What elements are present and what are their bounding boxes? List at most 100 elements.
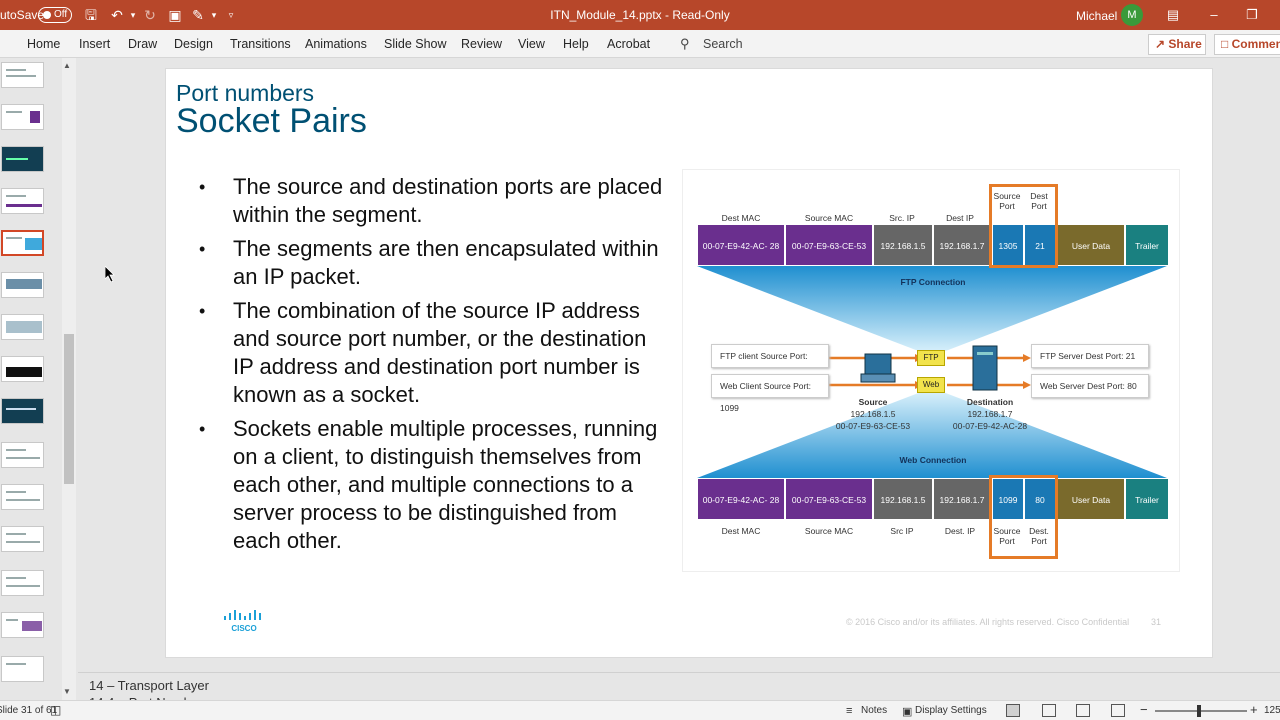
thumbnail-scrollbar-thumb[interactable] (64, 334, 74, 484)
slide-thumbnail[interactable] (1, 442, 44, 468)
frame-src-ip: 192.168.1.5 (873, 224, 933, 266)
slide-thumbnail[interactable] (1, 570, 44, 596)
slide-show-view-icon[interactable] (1111, 704, 1125, 717)
ftp-client-box: FTP client Source Port: 1305 (711, 344, 829, 383)
web-connection-label: Web Connection (899, 455, 967, 465)
tab-help[interactable]: Help (563, 37, 589, 51)
slide-thumbnail[interactable] (1, 356, 44, 382)
minimize-icon[interactable]: – (1205, 6, 1223, 24)
touch-dropdown-icon[interactable]: ▾ (205, 6, 223, 24)
present-icon[interactable]: ▣ (166, 6, 184, 24)
top-dest-mac-header: Dest MAC (721, 213, 761, 223)
top-source-mac-header: Source MAC (804, 213, 854, 223)
bullet-text: The segments are then encapsulated withi… (233, 236, 659, 289)
scroll-down-icon[interactable]: ▼ (63, 687, 71, 696)
zoom-level[interactable]: 125% (1264, 705, 1280, 716)
zoom-out-icon[interactable]: − (1140, 702, 1148, 717)
tab-design[interactable]: Design (174, 37, 213, 51)
save-icon[interactable]: 🖫 (82, 6, 100, 24)
zoom-slider[interactable] (1155, 710, 1247, 712)
notes-text[interactable]: 14 – Transport Layer (89, 678, 209, 693)
user-name[interactable]: Michael (1076, 9, 1117, 23)
tab-insert[interactable]: Insert (79, 37, 110, 51)
slide-thumbnail[interactable] (1, 314, 44, 340)
bullet-text: The combination of the source IP address… (233, 298, 647, 407)
display-settings-button[interactable]: Display Settings (915, 705, 987, 716)
bullet-item: • The combination of the source IP addres… (199, 298, 647, 407)
slide-footer: © 2016 Cisco and/or its affiliates. All … (846, 617, 1130, 627)
bullet-list[interactable]: • The source and destination ports are pl… (196, 173, 666, 561)
tab-animations[interactable]: Animations (305, 37, 367, 51)
bottom-source-port-header: Source Port (993, 526, 1021, 546)
frame-dest-mac: 00-07-E9-42-AC- 28 (697, 224, 785, 266)
restore-icon[interactable]: ❐ (1243, 6, 1261, 24)
slide-sorter-view-icon[interactable] (1042, 704, 1056, 717)
slide-thumbnail[interactable] (1, 484, 44, 510)
tab-review[interactable]: Review (461, 37, 502, 51)
zoom-in-icon[interactable]: + (1250, 702, 1258, 717)
socket-pairs-diagram[interactable]: Dest MAC Source MAC Src. IP Dest IP Sour… (682, 169, 1180, 572)
top-dest-ip-header: Dest IP (946, 213, 974, 223)
source-label: Source (858, 397, 888, 407)
tab-slide-show[interactable]: Slide Show (384, 37, 447, 51)
notes-icon[interactable]: ≡ (846, 705, 852, 717)
tab-view[interactable]: View (518, 37, 545, 51)
bullet-item: • Sockets enable multiple processes, runn… (199, 416, 658, 553)
slide-thumbnail[interactable] (1, 526, 44, 552)
normal-view-icon[interactable] (1006, 704, 1020, 717)
tab-acrobat[interactable]: Acrobat (607, 37, 650, 51)
tab-draw[interactable]: Draw (128, 37, 157, 51)
cisco-logo: CISCO (224, 610, 261, 633)
slide-thumbnail[interactable] (1, 656, 44, 682)
search-icon[interactable]: ⚲ (680, 36, 690, 52)
ribbon-display-icon[interactable]: ▤ (1164, 6, 1182, 24)
bottom-dest-port-header: Dest. Port (1029, 526, 1049, 546)
web-server-box: Web Server Dest Port: 80 (1031, 374, 1149, 398)
slide-thumbnail[interactable] (1, 62, 44, 88)
frame-dest-ip: 192.168.1.7 (933, 224, 991, 266)
display-settings-icon[interactable]: ▣ (902, 705, 912, 718)
top-src-ip-header: Src. IP (889, 213, 915, 223)
search-input[interactable]: Search (703, 37, 743, 51)
redo-icon[interactable]: ↻ (141, 6, 159, 24)
share-button[interactable]: ↗ Share (1148, 34, 1206, 55)
frame-trailer: Trailer (1125, 478, 1169, 520)
destination-label: Destination (966, 397, 1014, 407)
frame-source-mac: 00-07-E9-63-CE-53 (785, 478, 873, 520)
tab-home[interactable]: Home (27, 37, 60, 51)
top-port-highlight (989, 184, 1058, 268)
frame-user-data: User Data (1057, 224, 1125, 266)
reading-view-icon[interactable] (1076, 704, 1090, 717)
frame-dest-ip: 192.168.1.7 (933, 478, 991, 520)
notes-button[interactable]: Notes (861, 705, 887, 716)
tab-transitions[interactable]: Transitions (230, 37, 291, 51)
slide-canvas[interactable]: Port numbers Socket Pairs • The source an… (165, 68, 1213, 658)
spellcheck-icon[interactable]: ◫ (50, 703, 61, 717)
bottom-port-highlight (989, 475, 1058, 559)
mouse-cursor-icon (105, 266, 115, 282)
avatar[interactable]: M (1121, 4, 1143, 26)
slide-thumbnail[interactable] (1, 104, 44, 130)
customize-toolbar-icon[interactable]: ▿ (222, 6, 240, 24)
slide-thumbnail[interactable] (1, 612, 44, 638)
svg-text:CISCO: CISCO (231, 624, 256, 633)
autosave-toggle[interactable]: Off (38, 7, 72, 23)
scroll-up-icon[interactable]: ▲ (63, 61, 71, 70)
slide-thumbnail[interactable] (1, 188, 44, 214)
undo-dropdown-icon[interactable]: ▾ (124, 6, 142, 24)
bottom-dest-mac-header: Dest MAC (721, 526, 761, 536)
slide-thumbnail[interactable] (1, 272, 44, 298)
zoom-slider-thumb[interactable] (1197, 705, 1201, 717)
source-ip: 192.168.1.5 (850, 409, 896, 419)
slide-thumbnail-current[interactable] (1, 230, 44, 256)
slide-thumbnail[interactable] (1, 398, 44, 424)
title-bar: AutoSave Off 🖫 ↶ ▾ ↻ ▣ ✎ ▾ ▿ ITN_Module_… (0, 0, 1280, 30)
slide-page-number: 31 (1151, 617, 1162, 627)
slide-thumbnail[interactable] (1, 146, 44, 172)
notes-pane[interactable] (78, 672, 1280, 700)
comments-button[interactable]: □ Comments (1214, 34, 1280, 55)
ftp-server-box: FTP Server Dest Port: 21 (1031, 344, 1149, 368)
slide-title[interactable]: Socket Pairs (176, 102, 367, 141)
slide-counter: Slide 31 of 61 (0, 705, 58, 716)
bullet-item: • The source and destination ports are pl… (199, 174, 663, 227)
